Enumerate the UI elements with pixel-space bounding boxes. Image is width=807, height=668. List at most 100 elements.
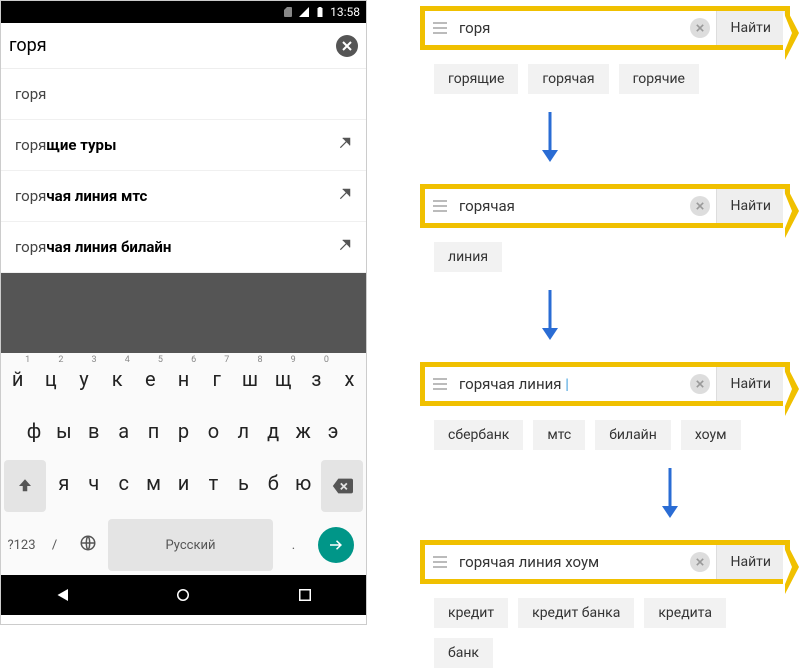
chip[interactable]: кредит банка [518, 598, 634, 628]
chip[interactable]: горячая [528, 64, 608, 94]
yandex-search-input[interactable]: горячая линия | [455, 375, 690, 393]
key-э[interactable]: э [318, 405, 348, 457]
yandex-search-button[interactable]: Найти [716, 367, 786, 401]
signal-icon [298, 6, 310, 18]
chip[interactable]: мтс [533, 420, 585, 450]
key-в[interactable]: в [79, 405, 109, 457]
key-slash[interactable]: / [38, 526, 71, 565]
key-м[interactable]: м [139, 457, 169, 509]
chip[interactable]: билайн [595, 420, 671, 450]
suggestion-insert-button[interactable] [338, 238, 352, 256]
key-х[interactable]: х [333, 353, 366, 405]
suggestion-item[interactable]: горячая линия билайн [1, 222, 366, 273]
key-н[interactable]: 6н [167, 353, 200, 405]
key-б[interactable]: б [258, 457, 288, 509]
suggestion-item[interactable]: горящие туры [1, 120, 366, 171]
yandex-search-button[interactable]: Найти [716, 189, 786, 223]
suggestion-chips: горящие горячая горячие [434, 64, 790, 94]
key-dot[interactable]: . [277, 526, 310, 565]
key-enter[interactable] [318, 527, 354, 563]
menu-icon[interactable] [425, 556, 455, 568]
chip[interactable]: горячие [619, 64, 699, 94]
clear-search-button[interactable] [336, 35, 358, 57]
key-д[interactable]: д [258, 405, 288, 457]
chip[interactable]: банк [434, 638, 493, 668]
suggestion-item[interactable]: горячая линия мтс [1, 171, 366, 222]
search-flow: горя Найти горящие горячая горячие горячая… [420, 6, 790, 668]
android-navbar [1, 575, 366, 615]
key-backspace[interactable] [321, 460, 363, 512]
key-щ[interactable]: 9щ [267, 353, 300, 405]
close-icon [696, 24, 704, 32]
chip[interactable]: горящие [434, 64, 518, 94]
key-shift[interactable] [4, 460, 46, 512]
key-ж[interactable]: ж [288, 405, 318, 457]
suggestion-insert-button[interactable] [338, 136, 352, 154]
key-п[interactable]: п [139, 405, 169, 457]
key-з[interactable]: 0з [300, 353, 333, 405]
key-р[interactable]: р [169, 405, 199, 457]
key-ч[interactable]: ч [79, 457, 109, 509]
suggestion-chips: сбербанк мтс билайн хоум [434, 420, 790, 450]
key-г[interactable]: 7г [200, 353, 233, 405]
backspace-icon [331, 475, 353, 497]
yandex-clear-button[interactable] [690, 374, 710, 394]
suggestion-insert-button[interactable] [338, 187, 352, 205]
menu-icon[interactable] [425, 378, 455, 390]
key-mode[interactable]: ?123 [5, 526, 38, 565]
key-ь[interactable]: ь [228, 457, 258, 509]
down-arrow-icon [540, 112, 560, 162]
menu-icon[interactable] [425, 22, 455, 34]
suggestion-item[interactable]: горя [1, 69, 366, 120]
key-с[interactable]: с [109, 457, 139, 509]
chip[interactable]: кредита [644, 598, 726, 628]
key-й[interactable]: 1й [1, 353, 34, 405]
key-и[interactable]: и [169, 457, 199, 509]
sdcard-icon [282, 6, 294, 18]
key-к[interactable]: 4к [101, 353, 134, 405]
key-space[interactable]: Русский [108, 519, 273, 571]
suggestion-chips: кредит кредит банка кредита банк [434, 598, 790, 668]
key-ю[interactable]: ю [288, 457, 318, 509]
yandex-search-button[interactable]: Найти [716, 545, 786, 579]
yandex-clear-button[interactable] [690, 552, 710, 572]
key-ы[interactable]: ы [49, 405, 79, 457]
clock: 13:58 [330, 5, 360, 19]
key-о[interactable]: о [198, 405, 228, 457]
yandex-search-bar: горячая линия | Найти [420, 362, 790, 406]
down-arrow-icon [540, 290, 560, 340]
back-icon[interactable] [53, 586, 71, 604]
yandex-clear-button[interactable] [690, 18, 710, 38]
search-bar [1, 23, 366, 69]
key-у[interactable]: 3у [67, 353, 100, 405]
key-globe[interactable] [71, 522, 104, 568]
menu-icon[interactable] [425, 200, 455, 212]
key-а[interactable]: а [109, 405, 139, 457]
suggestion-list: горягорящие турыгорячая линия мтсгорячая… [1, 69, 366, 273]
phone-frame: 13:58 горягорящие турыгорячая линия мтсг… [0, 0, 367, 625]
key-е[interactable]: 5е [134, 353, 167, 405]
yandex-search-input[interactable]: горячая [455, 197, 690, 215]
content-area [1, 273, 366, 353]
insert-arrow-icon [338, 187, 352, 201]
chip[interactable]: линия [434, 242, 502, 272]
search-input[interactable] [9, 35, 336, 56]
yandex-search-input[interactable]: горячая линия хоум [455, 553, 690, 571]
key-я[interactable]: я [49, 457, 79, 509]
key-ф[interactable]: ф [19, 405, 49, 457]
yandex-search-input[interactable]: горя [455, 19, 690, 37]
key-ш[interactable]: 8ш [233, 353, 266, 405]
chip[interactable]: кредит [434, 598, 508, 628]
yandex-search-button[interactable]: Найти [716, 11, 786, 45]
home-icon[interactable] [174, 586, 192, 604]
yandex-clear-button[interactable] [690, 196, 710, 216]
key-ц[interactable]: 2ц [34, 353, 67, 405]
key-т[interactable]: т [198, 457, 228, 509]
yandex-search-bar: горячая Найти [420, 184, 790, 228]
key-л[interactable]: л [228, 405, 258, 457]
chip[interactable]: сбербанк [434, 420, 523, 450]
chip[interactable]: хоум [681, 420, 741, 450]
flow-arrow [660, 468, 790, 522]
insert-arrow-icon [338, 136, 352, 150]
recents-icon[interactable] [296, 586, 314, 604]
